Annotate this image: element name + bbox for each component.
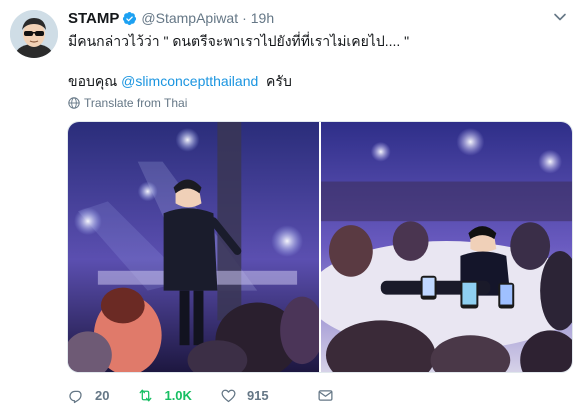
tweet-actions: 20 1.0K 915	[68, 385, 362, 405]
retweet-button[interactable]: 1.0K	[137, 387, 192, 404]
photo-concert-stage[interactable]	[68, 122, 319, 372]
photo-audience-phones[interactable]	[321, 122, 572, 372]
tweet-timestamp[interactable]: 19h	[251, 10, 274, 26]
like-button[interactable]: 915	[220, 387, 269, 404]
retweet-icon	[140, 389, 152, 401]
globe-icon	[68, 97, 80, 109]
verified-badge-icon	[122, 11, 137, 26]
reply-count: 20	[95, 387, 110, 403]
retweet-count: 1.0K	[164, 387, 192, 403]
avatar[interactable]	[10, 10, 58, 58]
separator-dot: ·	[242, 10, 247, 26]
translate-label: Translate from Thai	[84, 96, 188, 110]
tweet-text-line-2: ขอบคุณ @slimconceptthailand ครับ	[68, 72, 292, 90]
polite-particle: ครับ	[258, 73, 292, 89]
media-grid	[67, 121, 573, 373]
reply-button[interactable]: 20	[68, 387, 109, 404]
translate-link[interactable]: Translate from Thai	[68, 96, 187, 110]
thanks-text: ขอบคุณ	[68, 73, 122, 89]
like-icon	[221, 389, 236, 402]
direct-message-button[interactable]	[317, 387, 334, 404]
tweet-header: STAMP @StampApiwat · 19h	[68, 8, 274, 28]
display-name[interactable]: STAMP	[68, 10, 119, 27]
reply-icon	[69, 390, 82, 403]
tweet-text-line-1: มีคนกล่าวไว้ว่า " ดนตรีจะพาเราไปยังที่ที…	[68, 33, 410, 49]
mention-link[interactable]: @slimconceptthailand	[121, 73, 258, 89]
like-count: 915	[246, 387, 269, 403]
mail-icon	[318, 389, 333, 401]
tweet[interactable]: STAMP @StampApiwat · 19h มีคนกล่าวไว้ว่า…	[0, 0, 581, 412]
chevron-down-icon[interactable]	[553, 10, 567, 24]
user-handle[interactable]: @StampApiwat	[141, 10, 238, 26]
